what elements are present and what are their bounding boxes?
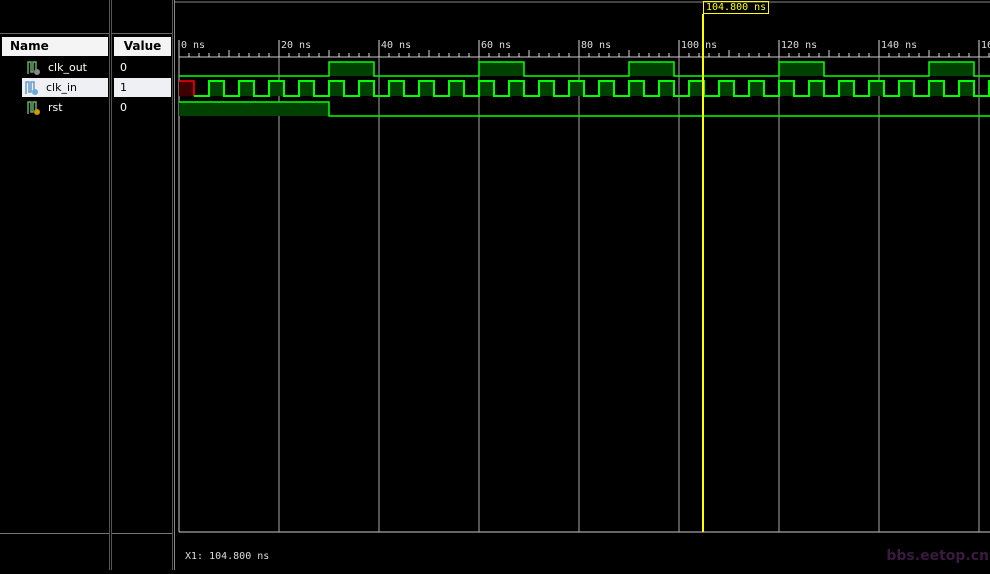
clk-in-undefined-fill [179, 81, 194, 96]
clk-in-high-fill [539, 81, 554, 96]
clk-in-high-fill [299, 81, 314, 96]
clk-in-high-fill [599, 81, 614, 96]
time-label: 100 ns [681, 40, 718, 51]
value-panel: Value 0 1 0 [111, 0, 173, 570]
watermark: bbs.eetop.cn [886, 548, 989, 564]
clk-in-high-fill [959, 81, 974, 96]
clk_out-high-fill [329, 62, 374, 76]
value-header-label: Value [123, 39, 162, 53]
clock-signal-icon [27, 61, 40, 75]
time-label: 60 ns [481, 40, 512, 51]
clk_out-high-fill [479, 62, 524, 76]
clk_out-waveform [179, 61, 990, 77]
time-label: 140 ns [881, 40, 918, 51]
waveform-viewer[interactable]: 104.800 ns X1: 104.800 ns bbs.eetop.cn 0… [174, 0, 990, 570]
name-header-label: Name [10, 39, 49, 53]
clk-in-high-fill [749, 81, 764, 96]
clk_out-high-fill [929, 62, 974, 76]
clk-in-high-fill [449, 81, 464, 96]
name-panel: Name clk_out clk_in rst [0, 0, 110, 570]
input-signal-icon [27, 101, 40, 115]
signal-name: rst [48, 101, 63, 114]
clk-in-high-fill [869, 81, 884, 96]
clk-in-high-fill [359, 81, 374, 96]
clk-in-high-fill [629, 81, 644, 96]
signal-name: clk_out [48, 61, 87, 74]
clk-in-high-fill [839, 81, 854, 96]
time-label: 16 [981, 40, 990, 51]
time-label: 80 ns [581, 40, 612, 51]
clk-in-high-fill [419, 81, 434, 96]
clk-in-high-fill [239, 81, 254, 96]
clk-in-high-fill [479, 81, 494, 96]
signal-name: clk_in [46, 81, 78, 94]
rst-high-fill [179, 102, 329, 116]
signal-row-clk-out[interactable]: clk_out [2, 58, 108, 77]
waveform-canvas[interactable] [175, 0, 990, 570]
clk_out-high-fill [629, 62, 674, 76]
clk-in-high-fill [269, 81, 284, 96]
clk-in-high-fill [899, 81, 914, 96]
clk-in-high-fill [329, 81, 344, 96]
signal-value: 1 [114, 78, 171, 97]
cursor-label[interactable]: 104.800 ns [703, 1, 770, 14]
clk-in-high-fill [719, 81, 734, 96]
time-label: 20 ns [281, 40, 312, 51]
signal-value: 0 [120, 61, 127, 74]
clk-in-high-fill [659, 81, 674, 96]
clk-in-high-fill [569, 81, 584, 96]
input-signal-icon [25, 81, 38, 95]
time-label: 0 ns [181, 40, 206, 51]
name-column-header[interactable]: Name [2, 37, 108, 56]
clk_out-high-fill [779, 62, 824, 76]
signal-row-rst[interactable]: rst [2, 98, 108, 117]
clk-in-high-fill [779, 81, 794, 96]
cursor-readout: X1: 104.800 ns [185, 551, 270, 562]
signal-value: 0 [120, 101, 127, 114]
clk-in-high-fill [809, 81, 824, 96]
time-label: 40 ns [381, 40, 412, 51]
clk-in-high-fill [389, 81, 404, 96]
clk-in-high-fill [509, 81, 524, 96]
signal-row-clk-in[interactable]: clk_in [22, 78, 108, 97]
value-column-header[interactable]: Value [114, 37, 171, 56]
clk-in-high-fill [209, 81, 224, 96]
time-label: 120 ns [781, 40, 818, 51]
clk-in-high-fill [689, 81, 704, 96]
clk-in-high-fill [929, 81, 944, 96]
